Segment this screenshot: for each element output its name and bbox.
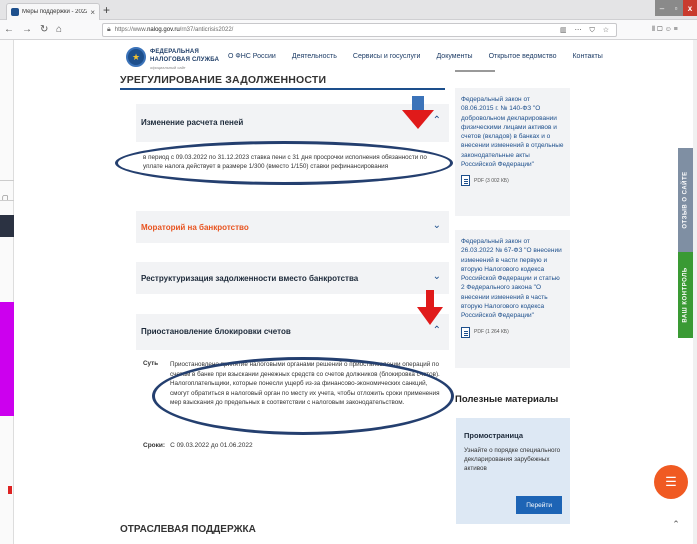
essence-label: Суть [143,360,159,367]
divider [0,180,14,181]
window-close-button[interactable]: x [683,0,697,16]
deadline-row: Сроки: С 09.03.2022 до 01.06.2022 [143,442,253,449]
dark-panel-block [0,215,14,237]
accordion-title[interactable]: Мораторий на банкротство [141,223,249,232]
fns-emblem-icon[interactable]: ★ [126,47,146,67]
sidebar-top-fragment [455,70,495,72]
nav-item-about[interactable]: О ФНС России [228,53,276,60]
site-favicon-icon [11,8,19,16]
useful-materials-title: Полезные материалы [455,394,559,405]
document-link[interactable]: Федеральный закон от 08.06.2015 г. № 140… [461,95,564,169]
nav-item-documents[interactable]: Документы [436,53,472,60]
nav-item-contacts[interactable]: Контакты [572,53,602,60]
chevron-up-icon[interactable]: ⌃ [433,325,441,336]
address-bar[interactable]: 🔒︎ https://www.nalog.gov.ru/rn37/anticri… [102,23,617,37]
highlight-oval [152,357,454,435]
accordion-title[interactable]: Приостановление блокировки счетов [141,327,291,336]
feedback-tab[interactable]: ОТЗЫВ О САЙТЕ [678,148,693,252]
browser-tab-bar: Меры поддержки - 2022 | ФНС × + – ▫ x [0,0,697,20]
section-title-underline [120,88,445,90]
divider [0,200,14,201]
nav-item-activity[interactable]: Деятельность [292,53,337,60]
arrow-down-icon [417,290,443,325]
url-text: https://www.nalog.gov.ru/rn37/anticrisis… [114,27,234,33]
chevron-down-icon[interactable]: ⌄ [433,271,441,282]
arrow-down-icon [402,96,434,129]
document-link[interactable]: Федеральный закон от 26.03.2022 № 67-ФЗ … [461,237,564,321]
accordion-bankruptcy-moratorium[interactable]: Мораторий на банкротство ⌄ [136,211,449,243]
main-navigation: О ФНС России Деятельность Сервисы и госу… [228,53,619,60]
nav-item-open-agency[interactable]: Открытое ведомство [489,53,557,60]
page-scrollbar[interactable] [693,40,697,544]
new-tab-button[interactable]: + [103,3,110,17]
pdf-file-icon [461,175,470,187]
go-button[interactable]: Перейти [516,496,562,514]
browser-nav-bar: ← → ↻ ⌂ 🔒︎ https://www.nalog.gov.ru/rn37… [0,20,697,40]
back-arrow-icon[interactable]: ← [4,23,14,37]
pdf-file-icon [461,326,470,338]
site-logo[interactable]: ФЕДЕРАЛЬНАЯ НАЛОГОВАЯ СЛУЖБА официальный… [150,48,219,72]
document-file[interactable]: PDF (1 264 КБ) [461,326,564,338]
address-bar-actions[interactable]: ▥ ⋯ ⛉ ☆ [560,26,612,35]
nav-item-services[interactable]: Сервисы и госуслуги [353,53,421,60]
promo-title: Промостраница [464,431,523,440]
site-header: ★ ФЕДЕРАЛЬНАЯ НАЛОГОВАЯ СЛУЖБА официальн… [14,40,697,76]
toolbar-icons[interactable]: ⦀ ▢ ☺ ≡ [652,26,678,34]
chat-icon[interactable]: ☰ [654,465,688,499]
forward-arrow-icon[interactable]: → [22,23,32,37]
chevron-down-icon[interactable]: ⌄ [433,220,441,231]
home-icon[interactable]: ⌂ [56,23,62,37]
document-file[interactable]: PDF (3 002 КБ) [461,175,564,187]
left-side-panel: ▢ [0,40,14,544]
tab-title: Меры поддержки - 2022 | ФНС [22,9,88,15]
promo-text: Узнайте о порядке специального деклариро… [464,447,561,472]
your-control-tab[interactable]: ВАШ КОНТРОЛЬ [678,252,693,338]
section-title: УРЕГУЛИРОВАНИЕ ЗАДОЛЖЕННОСТИ [120,74,327,86]
lock-icon: 🔒︎ [107,26,111,33]
industry-support-title: ОТРАСЛЕВАЯ ПОДДЕРЖКА [120,524,256,535]
file-size: PDF (1 264 КБ) [474,329,509,336]
file-size: PDF (3 002 КБ) [474,177,509,184]
scroll-up-icon[interactable]: ⌃ [669,517,683,531]
promo-card: Промостраница Узнайте о порядке специаль… [456,418,570,524]
magenta-panel-block [0,302,14,416]
accordion-title[interactable]: Реструктуризация задолженности вместо ба… [141,274,358,283]
window-minimize-button[interactable]: – [655,0,669,16]
red-panel-mark [8,486,12,494]
accordion-title[interactable]: Изменение расчета пеней [141,118,243,127]
accordion-debt-restructuring[interactable]: Реструктуризация задолженности вместо ба… [136,262,449,294]
document-card[interactable]: Федеральный закон от 26.03.2022 № 67-ФЗ … [455,230,570,368]
highlight-oval [115,141,453,185]
tab-close-icon[interactable]: × [90,8,95,17]
browser-tab[interactable]: Меры поддержки - 2022 | ФНС × [6,3,100,20]
reload-icon[interactable]: ↻ [40,23,48,37]
window-maximize-button[interactable]: ▫ [669,0,683,16]
document-card[interactable]: Федеральный закон от 08.06.2015 г. № 140… [455,88,570,216]
